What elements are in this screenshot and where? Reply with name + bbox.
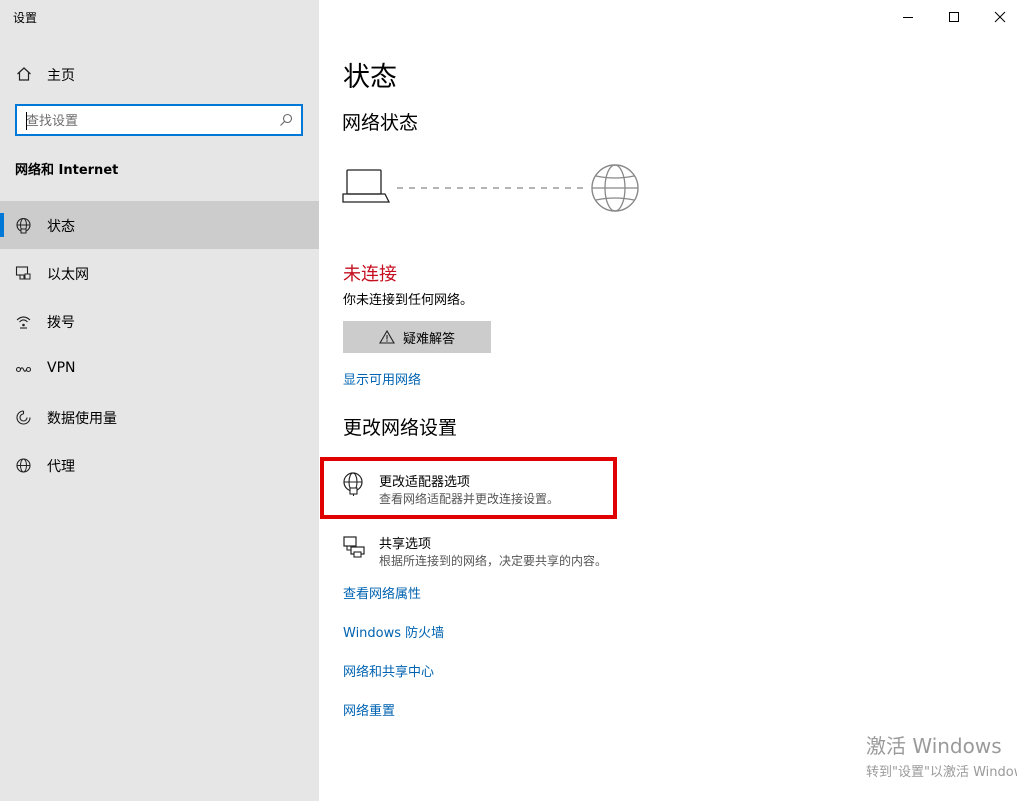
sharing-printer-icon: [343, 536, 365, 558]
sidebar-item-label: 状态: [47, 219, 75, 235]
globe-status-icon: [16, 217, 31, 234]
page-title: 状态: [343, 62, 397, 93]
warning-icon: [379, 330, 395, 344]
sidebar-item-data-usage[interactable]: 数据使用量: [0, 393, 319, 441]
sharing-options[interactable]: 共享选项 根据所连接到的网络，决定要共享的内容。: [339, 530, 629, 576]
active-indicator: [0, 213, 4, 237]
dialup-icon: [16, 316, 31, 329]
network-reset-link[interactable]: 网络重置: [343, 700, 395, 719]
home-icon: [17, 67, 31, 81]
network-diagram: [342, 164, 639, 212]
show-available-networks-link[interactable]: 显示可用网络: [343, 369, 421, 388]
sidebar-item-ethernet[interactable]: 以太网: [0, 249, 319, 297]
laptop-icon: [342, 169, 391, 203]
sidebar-item-label: 拨号: [47, 315, 75, 331]
connection-status-title: 未连接: [343, 264, 397, 285]
minimize-button[interactable]: [885, 0, 931, 34]
troubleshoot-label: 疑难解答: [402, 331, 455, 347]
sidebar-item-label: 数据使用量: [47, 411, 117, 427]
maximize-icon: [949, 12, 959, 22]
sidebar-item-proxy[interactable]: 代理: [0, 441, 319, 489]
sidebar-home[interactable]: 主页: [0, 58, 319, 90]
maximize-button[interactable]: [931, 0, 977, 34]
sidebar-section-title: 网络和 Internet: [15, 163, 119, 178]
internet-globe-icon: [591, 164, 639, 212]
sidebar: 设置 主页 网络和 Internet 状态 以太网: [0, 0, 319, 801]
search-box[interactable]: [15, 104, 303, 136]
connection-status-desc: 你未连接到任何网络。: [343, 293, 474, 308]
proxy-globe-icon: [16, 458, 31, 473]
sidebar-home-label: 主页: [47, 68, 75, 84]
vpn-icon: [15, 366, 32, 373]
network-sharing-center-link[interactable]: 网络和共享中心: [343, 661, 434, 680]
window-title: 设置: [13, 11, 38, 25]
option-desc: 根据所连接到的网络，决定要共享的内容。: [379, 554, 608, 568]
sidebar-item-vpn[interactable]: VPN: [0, 345, 319, 393]
main-panel: 状态 网络状态 未连接 你未连接到任何网络。 疑难解答 显示可用网络 更改网络设…: [319, 0, 1017, 801]
sidebar-item-dialup[interactable]: 拨号: [0, 297, 319, 345]
network-status-heading: 网络状态: [342, 112, 419, 134]
view-network-properties-link[interactable]: 查看网络属性: [343, 583, 421, 602]
change-network-settings-heading: 更改网络设置: [343, 417, 458, 439]
minimize-icon: [903, 17, 913, 18]
sidebar-item-status[interactable]: 状态: [0, 201, 319, 249]
search-input[interactable]: [26, 112, 276, 130]
highlight-box: [320, 457, 617, 519]
close-icon: [994, 11, 1006, 23]
data-usage-icon: [16, 410, 31, 425]
watermark-line1: 激活 Windows: [866, 734, 1002, 758]
watermark-line2: 转到"设置"以激活 Windows。: [866, 765, 1017, 780]
troubleshoot-button[interactable]: 疑难解答: [343, 321, 491, 353]
activation-watermark: 激活 Windows 转到"设置"以激活 Windows。: [866, 730, 1017, 780]
text-caret: [26, 112, 27, 130]
sidebar-item-label: VPN: [47, 360, 76, 376]
option-title: 共享选项: [379, 537, 432, 552]
sidebar-item-label: 代理: [47, 459, 75, 475]
ethernet-icon: [15, 266, 31, 280]
search-icon[interactable]: [279, 113, 293, 127]
sidebar-item-label: 以太网: [47, 267, 89, 283]
windows-firewall-link[interactable]: Windows 防火墙: [343, 622, 444, 641]
close-button[interactable]: [977, 0, 1017, 34]
